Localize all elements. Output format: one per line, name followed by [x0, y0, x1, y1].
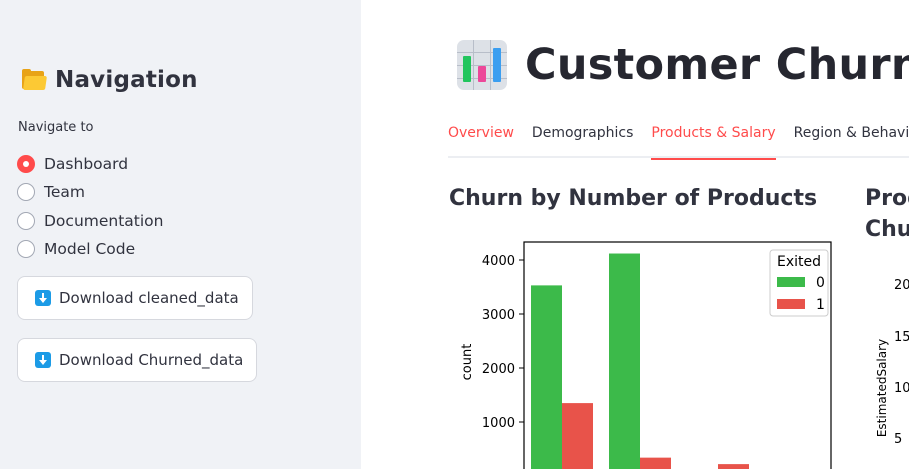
radio-label: Documentation [44, 211, 164, 230]
y-axis-label: count [460, 344, 475, 381]
download-arrow-icon [35, 352, 51, 368]
nav-radio-group: Dashboard Team Documentation Model Code [17, 150, 164, 263]
download-churned-data-button[interactable]: Download Churned_data [17, 338, 258, 382]
button-label: Download cleaned_data [59, 289, 239, 307]
charts-canvas: 1000200030004000 count Exited 0 1 201510… [460, 241, 909, 469]
bar-products-1-exited-0 [531, 285, 562, 469]
radio-unselected-icon[interactable] [17, 211, 35, 230]
radio-option-dashboard[interactable]: Dashboard [17, 150, 164, 178]
nav-label: Navigate to [18, 120, 94, 135]
legend-swatch-1 [777, 299, 805, 309]
bar-products-2-exited-1 [640, 457, 671, 469]
legend-title: Exited [777, 254, 821, 270]
radio-option-documentation[interactable]: Documentation [17, 207, 164, 235]
app-window: Navigation Navigate to Dashboard Team Do… [0, 0, 909, 469]
y-tick-label: 2000 [482, 362, 515, 377]
radio-option-team[interactable]: Team [17, 178, 164, 206]
y-tick-label: 1000 [482, 416, 515, 431]
y-tick-label: 3000 [482, 308, 515, 323]
radio-selected-icon[interactable] [17, 155, 35, 174]
bar-products-2-exited-0 [609, 253, 640, 469]
radio-unselected-icon[interactable] [17, 183, 35, 202]
download-arrow-icon [35, 290, 51, 306]
download-cleaned-data-button[interactable]: Download cleaned_data [17, 276, 253, 320]
churn-by-products-chart: 1000 2000 3000 4000 count Exited 0 1 [460, 241, 832, 469]
y-tick-label: 15 [894, 330, 909, 345]
salary-chart: 20 15 10 5 EstimatedSalary [875, 278, 909, 447]
y-tick-label: 10 [894, 381, 909, 396]
radio-label: Dashboard [44, 155, 129, 174]
sidebar-title: Navigation [55, 67, 198, 93]
y-tick-label: 5 [894, 432, 902, 447]
legend-entry-1: 1 [816, 297, 825, 313]
y-tick-label: 4000 [482, 254, 515, 269]
folder-icon [21, 69, 47, 91]
radio-label: Team [44, 183, 85, 202]
button-label: Download Churned_data [59, 351, 244, 369]
sidebar: Navigation Navigate to Dashboard Team Do… [0, 0, 361, 469]
y-axis-label: EstimatedSalary [875, 339, 889, 437]
bar-products-1-exited-1 [562, 403, 593, 469]
chart-legend: Exited 0 1 [769, 249, 829, 317]
bar-products-3-exited-1 [718, 464, 749, 469]
radio-option-model-code[interactable]: Model Code [17, 235, 164, 263]
legend-entry-0: 0 [816, 275, 825, 291]
radio-unselected-icon[interactable] [17, 240, 35, 259]
legend-swatch-0 [777, 277, 805, 287]
y-tick-label: 20 [894, 278, 909, 293]
sidebar-header: Navigation [21, 67, 198, 93]
radio-label: Model Code [44, 240, 136, 259]
main-content: Customer Churn D Overview Demographics P… [361, 0, 909, 469]
